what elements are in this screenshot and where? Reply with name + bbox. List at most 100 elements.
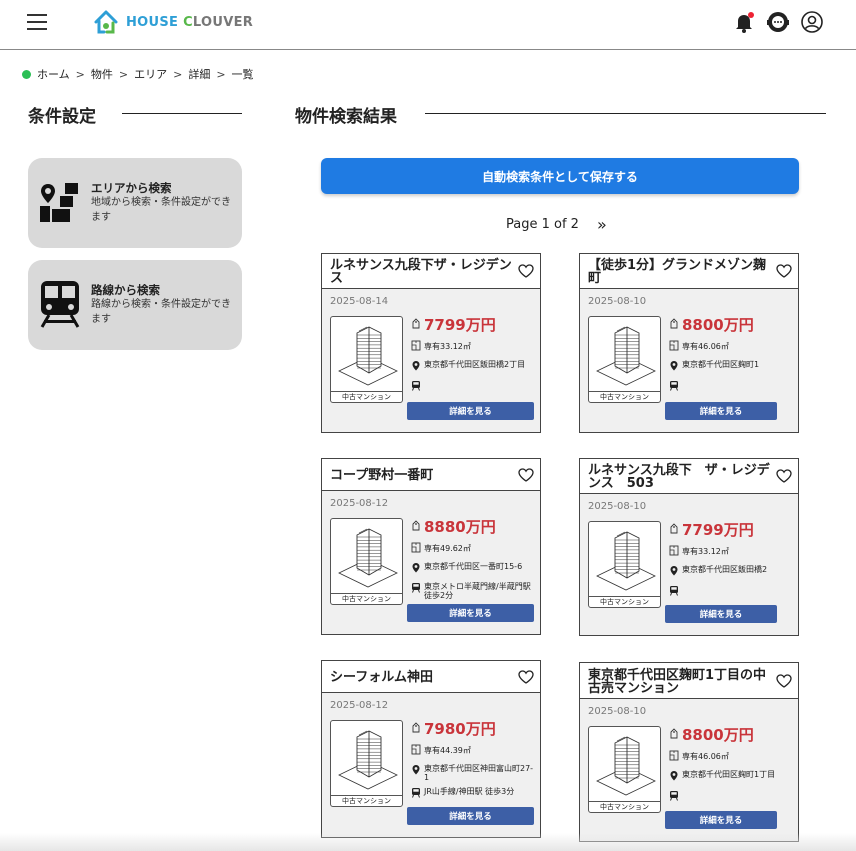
favorite-heart-icon[interactable] xyxy=(518,467,534,482)
view-details-button[interactable]: 詳細を見る xyxy=(407,402,534,420)
listing-thumbnail[interactable]: 中古マンション xyxy=(588,521,661,608)
results-title: 物件検索結果 xyxy=(295,107,397,127)
listing-area: 専有33.12㎡ xyxy=(682,547,729,556)
price-tag-icon xyxy=(411,318,421,331)
listing-address: 東京都千代田区麹町1 xyxy=(682,360,760,369)
listing-price: 8800万円 xyxy=(682,316,754,334)
listing-title-bar[interactable]: 【徒歩1分】グランドメゾン麹町 xyxy=(580,254,798,289)
chat-support-icon[interactable] xyxy=(766,10,790,34)
train-icon xyxy=(669,585,679,598)
station-row xyxy=(411,380,535,393)
floor-plan-icon xyxy=(411,340,421,353)
price-row: 8800万円 xyxy=(669,314,754,335)
favorite-heart-icon[interactable] xyxy=(518,264,534,278)
area-row: 専有44.39㎡ xyxy=(411,744,471,757)
breadcrumb-area[interactable]: エリア xyxy=(134,66,167,82)
breadcrumb-property[interactable]: 物件 xyxy=(91,66,113,82)
listing-card[interactable]: 【徒歩1分】グランドメゾン麹町 2025-08-10 中古マンション 8800万… xyxy=(579,253,799,433)
listing-card[interactable]: コープ野村一番町 2025-08-12 中古マンション 8880万円 専有49.… xyxy=(321,458,541,635)
favorite-heart-icon[interactable] xyxy=(518,669,534,684)
listing-title[interactable]: 【徒歩1分】グランドメゾン麹町 xyxy=(588,259,770,285)
listing-date: 2025-08-14 xyxy=(330,296,389,307)
listing-thumbnail[interactable]: 中古マンション xyxy=(588,726,661,813)
listing-title-bar[interactable]: ルネサンス九段下ザ・レジデンス xyxy=(322,254,540,289)
thumbnail-caption: 中古マンション xyxy=(331,795,402,806)
listing-thumbnail[interactable]: 中古マンション xyxy=(330,518,403,605)
station-row xyxy=(669,585,793,598)
listing-thumbnail[interactable]: 中古マンション xyxy=(588,316,661,403)
notification-bell-icon[interactable] xyxy=(732,10,756,34)
price-tag-icon xyxy=(411,520,421,533)
menu-icon[interactable] xyxy=(27,14,47,30)
user-account-icon[interactable] xyxy=(800,10,824,34)
favorite-heart-icon[interactable] xyxy=(776,469,792,483)
address-row: 東京都千代田区麹町1 xyxy=(669,360,793,373)
divider xyxy=(122,113,242,114)
listing-card[interactable]: ルネサンス九段下ザ・レジデンス 2025-08-14 中古マンション 7799万… xyxy=(321,253,541,433)
favorite-heart-icon[interactable] xyxy=(776,264,792,278)
listing-area: 専有49.62㎡ xyxy=(424,544,471,553)
listing-address: 東京都千代田区飯田橋2 xyxy=(682,565,768,574)
sidebar-title: 条件設定 xyxy=(28,107,96,127)
listing-title-bar[interactable]: コープ野村一番町 xyxy=(322,459,540,491)
station-row: 東京メトロ半蔵門線/半蔵門駅 徒歩2分 xyxy=(411,582,535,600)
search-by-area-card[interactable]: エリアから検索 地域から検索・条件設定ができます xyxy=(28,158,242,248)
floor-plan-icon xyxy=(669,340,679,353)
listing-title[interactable]: ルネサンス九段下ザ・レジデンス xyxy=(330,259,512,285)
thumbnail-caption: 中古マンション xyxy=(589,596,660,607)
save-search-criteria-button[interactable]: 自動検索条件として保存する xyxy=(321,158,799,194)
listing-address: 東京都千代田区一番町15-6 xyxy=(424,562,523,571)
listing-thumbnail[interactable]: 中古マンション xyxy=(330,316,403,403)
listing-title[interactable]: ルネサンス九段下 ザ・レジデンス 503 xyxy=(588,464,770,490)
address-row: 東京都千代田区一番町15-6 xyxy=(411,562,535,575)
view-details-button[interactable]: 詳細を見る xyxy=(665,605,777,623)
favorite-heart-icon[interactable] xyxy=(776,673,792,688)
area-row: 専有33.12㎡ xyxy=(411,340,471,353)
listing-thumbnail[interactable]: 中古マンション xyxy=(330,720,403,807)
train-icon xyxy=(40,280,80,332)
thumbnail-caption: 中古マンション xyxy=(589,391,660,402)
location-pin-icon xyxy=(411,764,421,777)
listing-title-bar[interactable]: シーフォルム神田 xyxy=(322,661,540,693)
logo-text: HOUSE CLOUVER xyxy=(126,14,254,30)
listing-card[interactable]: 東京都千代田区麹町1丁目の中古売マンション 2025-08-10 中古マンション… xyxy=(579,662,799,842)
search-by-line-card[interactable]: 路線から検索 路線から検索・条件設定ができます xyxy=(28,260,242,350)
view-details-button[interactable]: 詳細を見る xyxy=(665,811,777,829)
listing-title-bar[interactable]: 東京都千代田区麹町1丁目の中古売マンション xyxy=(580,663,798,699)
train-icon xyxy=(669,380,679,393)
listing-title[interactable]: コープ野村一番町 xyxy=(330,469,433,482)
listing-card[interactable]: シーフォルム神田 2025-08-12 中古マンション 7980万円 専有44.… xyxy=(321,660,541,838)
view-details-button[interactable]: 詳細を見る xyxy=(407,807,534,825)
page-indicator: Page 1 of 2 xyxy=(506,217,579,232)
listing-date: 2025-08-12 xyxy=(330,498,389,509)
view-details-button[interactable]: 詳細を見る xyxy=(407,604,534,622)
app-header: HOUSE CLOUVER xyxy=(0,0,856,50)
search-by-area-desc: 地域から検索・条件設定ができます xyxy=(91,197,231,223)
listing-title-bar[interactable]: ルネサンス九段下 ザ・レジデンス 503 xyxy=(580,459,798,494)
listing-card[interactable]: ルネサンス九段下 ザ・レジデンス 503 2025-08-10 中古マンション … xyxy=(579,458,799,636)
thumbnail-caption: 中古マンション xyxy=(331,593,402,604)
view-details-button[interactable]: 詳細を見る xyxy=(665,402,777,420)
listing-title[interactable]: 東京都千代田区麹町1丁目の中古売マンション xyxy=(588,669,770,695)
location-pin-icon xyxy=(669,770,679,783)
listing-area: 専有46.06㎡ xyxy=(682,342,729,351)
breadcrumb-detail[interactable]: 詳細 xyxy=(188,66,210,82)
address-row: 東京都千代田区飯田橋2丁目 xyxy=(411,360,535,373)
price-tag-icon xyxy=(669,728,679,741)
location-pin-icon xyxy=(669,360,679,373)
search-by-line-desc: 路線から検索・条件設定ができます xyxy=(91,299,231,325)
price-tag-icon xyxy=(669,523,679,536)
listing-area: 専有33.12㎡ xyxy=(424,342,471,351)
listing-price: 8880万円 xyxy=(424,518,496,536)
floor-plan-icon xyxy=(669,750,679,763)
area-row: 専有46.06㎡ xyxy=(669,340,729,353)
listing-area: 専有46.06㎡ xyxy=(682,752,729,761)
station-row: JR山手線/神田駅 徒歩3分 xyxy=(411,787,535,800)
listing-title[interactable]: シーフォルム神田 xyxy=(330,671,433,684)
listing-price: 7799万円 xyxy=(682,521,754,539)
address-row: 東京都千代田区麹町1丁目 xyxy=(669,770,793,783)
breadcrumb-home[interactable]: ホーム xyxy=(37,66,70,82)
next-page-icon[interactable]: » xyxy=(597,215,607,234)
train-icon xyxy=(669,790,679,803)
logo[interactable]: HOUSE CLOUVER xyxy=(90,8,253,36)
